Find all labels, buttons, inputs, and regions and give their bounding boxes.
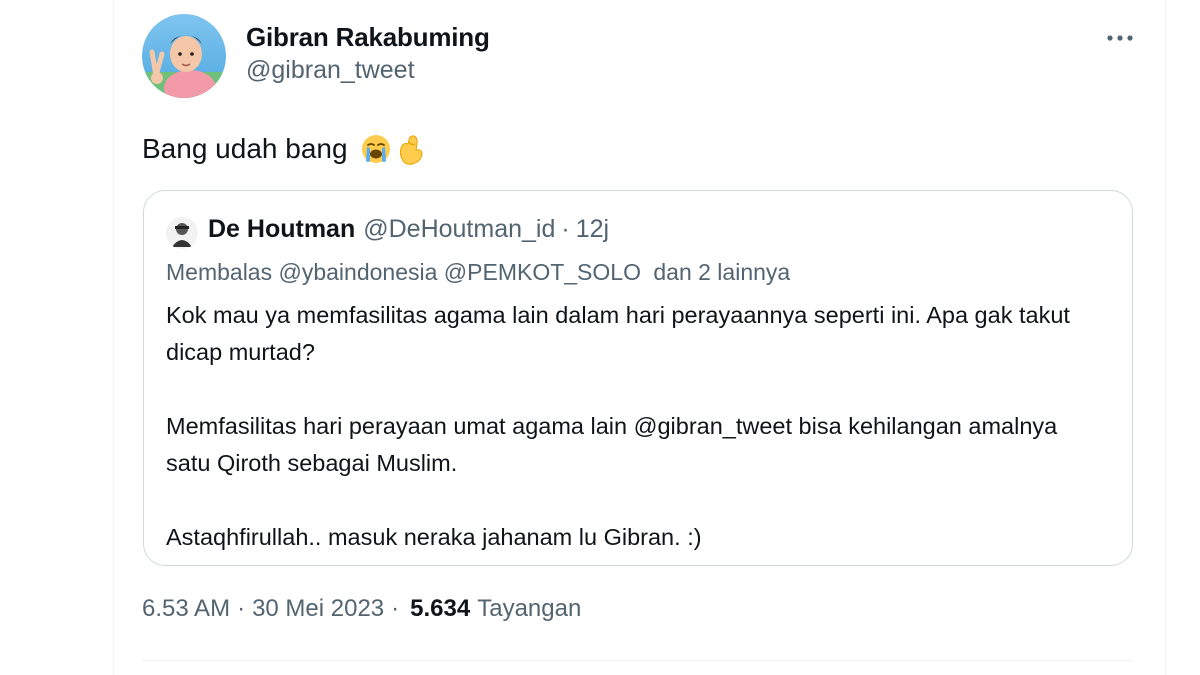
emoji-group [356,132,426,166]
quoted-reply-context: Membalas @ybaindonesia @PEMKOT_SOLO dan … [166,259,790,286]
meta-separator: · [237,595,246,622]
quoted-paragraph: Kok mau ya memfasilitas agama lain dalam… [166,302,1077,365]
quoted-timestamp[interactable]: 12j [576,215,609,244]
quoted-author-avatar[interactable] [166,217,198,249]
more-horizontal-icon [1107,35,1133,41]
quoted-separator: · [561,215,570,243]
quoted-tweet-card[interactable]: De Houtman @DeHoutman_id · 12j Membalas … [143,190,1133,566]
avatar-photo-icon [142,14,226,98]
tweet-meta: 6.53 AM · 30 Mei 2023 · 5.634 Tayangan [142,595,581,623]
pinching-hand-icon [399,135,423,165]
quoted-paragraph: Memfasilitas hari perayaan umat agama la… [166,413,1064,476]
quoted-paragraph: Astaqhfirullah.. masuk neraka jahanam lu… [166,524,702,550]
quoted-author-name[interactable]: De Houtman [208,215,355,244]
column-border-right [1165,0,1166,675]
tweet-text-content: Bang udah bang [142,133,348,164]
reply-suffix: dan 2 lainnya [653,259,791,285]
tweet-text: Bang udah bang [142,132,426,166]
views-count: 5.634 [410,595,471,622]
column-border-left [113,0,114,675]
author-avatar[interactable] [142,14,226,98]
more-options-button[interactable] [1100,22,1140,54]
quoted-author-handle[interactable]: @DeHoutman_id [363,215,555,244]
author-name[interactable]: Gibran Rakabuming [246,22,490,53]
quoted-tweet-body: Kok mau ya memfasilitas agama lain dalam… [166,297,1106,556]
meta-divider [142,660,1132,661]
quoted-avatar-icon [166,217,198,249]
reply-mentions[interactable]: @ybaindonesia @PEMKOT_SOLO [279,259,641,285]
reply-prefix: Membalas [166,259,273,285]
quoted-tweet-header: De Houtman @DeHoutman_id · 12j [208,215,609,244]
views-label: Tayangan [477,595,582,622]
tweet-page: Gibran Rakabuming @gibran_tweet Bang uda… [0,0,1200,675]
loudly-crying-face-icon [361,135,390,163]
tweet-time[interactable]: 6.53 AM [142,595,230,623]
author-handle[interactable]: @gibran_tweet [246,56,415,85]
tweet-date[interactable]: 30 Mei 2023 [252,595,384,623]
meta-separator: · [391,595,400,622]
